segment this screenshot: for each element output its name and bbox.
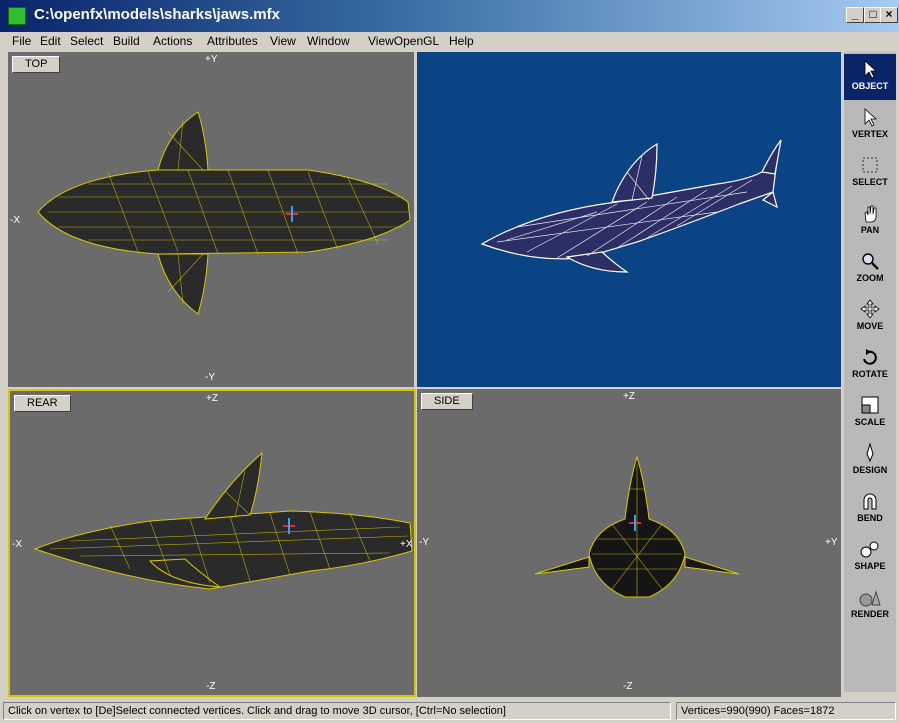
select-box-icon: [862, 157, 878, 173]
magnet-icon: [863, 493, 877, 510]
menu-bar: File Edit Select Build Actions Attribute…: [0, 32, 899, 52]
tool-design-button[interactable]: DESIGN: [844, 438, 896, 484]
magnifier-icon: [862, 253, 879, 270]
menu-help[interactable]: Help: [449, 34, 474, 48]
arrow-icon: [864, 60, 878, 79]
axis-label: -X: [12, 539, 22, 550]
viewport-label-top[interactable]: TOP: [12, 56, 61, 73]
side-view-wireframe: [534, 455, 740, 598]
tool-label: SHAPE: [854, 561, 886, 571]
viewport-3d-render[interactable]: [417, 52, 841, 387]
tool-zoom-button[interactable]: ZOOM: [844, 246, 896, 292]
tool-move-button[interactable]: MOVE: [844, 294, 896, 340]
tool-label: ROTATE: [852, 369, 888, 379]
menu-file[interactable]: File: [12, 34, 31, 48]
axis-label: -X: [10, 215, 20, 226]
menu-actions[interactable]: Actions: [153, 34, 192, 48]
spheres-icon: [859, 590, 881, 607]
tool-object-button[interactable]: OBJECT: [844, 54, 896, 100]
viewport-rear[interactable]: REAR +Z -Z -X +X: [8, 389, 416, 697]
shark-render: [480, 139, 782, 273]
scale-icon: [861, 396, 879, 414]
axis-label: -Z: [623, 681, 633, 692]
status-counts: Vertices=990(990) Faces=1872: [676, 702, 896, 720]
viewport-label-side[interactable]: SIDE: [421, 393, 473, 410]
viewport-top[interactable]: TOP +Y -Y -X: [8, 52, 414, 387]
shapes-icon: [860, 541, 879, 558]
window-title: C:\openfx\models\sharks\jaws.mfx: [34, 6, 280, 23]
axis-label: +Y: [205, 54, 218, 65]
tool-label: BEND: [857, 513, 883, 523]
application-window: C:\openfx\models\sharks\jaws.mfx _ □ × F…: [0, 0, 899, 723]
menu-build[interactable]: Build: [113, 34, 140, 48]
top-view-wireframe: [37, 111, 411, 315]
move-arrows-icon: [860, 299, 880, 319]
title-bar[interactable]: C:\openfx\models\sharks\jaws.mfx _ □ ×: [0, 0, 899, 32]
tool-scale-button[interactable]: SCALE: [844, 390, 896, 436]
viewport-side[interactable]: SIDE +Z -Z -Y +Y: [417, 389, 841, 697]
tool-bend-button[interactable]: BEND: [844, 486, 896, 532]
menu-edit[interactable]: Edit: [40, 34, 61, 48]
status-message: Click on vertex to [De]Select connected …: [3, 702, 671, 720]
axis-label: +Z: [206, 393, 218, 404]
axis-label: +Y: [825, 537, 838, 548]
tool-shape-button[interactable]: SHAPE: [844, 534, 896, 580]
tool-label: SCALE: [854, 417, 886, 427]
menu-window[interactable]: Window: [307, 34, 350, 48]
tool-label: ZOOM: [856, 273, 884, 283]
tool-label: DESIGN: [852, 465, 888, 475]
axis-label: -Z: [206, 681, 216, 692]
menu-select[interactable]: Select: [70, 34, 103, 48]
panel-decoration: [844, 622, 896, 692]
tool-label: SELECT: [852, 177, 888, 187]
menu-viewopengl[interactable]: ViewOpenGL: [368, 34, 439, 48]
status-bar: Click on vertex to [De]Select connected …: [0, 699, 899, 723]
close-button[interactable]: ×: [880, 7, 898, 23]
vertex-arrow-icon: [864, 108, 878, 127]
rotate-icon: [863, 349, 877, 365]
app-icon[interactable]: [8, 7, 26, 25]
tool-panel: OBJECT VERTEX SELECT PAN ZOOM MOVE ROTAT…: [844, 52, 896, 692]
menu-view[interactable]: View: [270, 34, 296, 48]
tool-vertex-button[interactable]: VERTEX: [844, 102, 896, 148]
axis-label: +X: [400, 539, 413, 550]
tool-label: OBJECT: [851, 81, 889, 91]
axis-label: -Y: [419, 537, 429, 548]
tool-rotate-button[interactable]: ROTATE: [844, 342, 896, 388]
hand-icon: [864, 205, 877, 223]
tool-label: PAN: [860, 225, 880, 235]
tool-label: RENDER: [850, 609, 889, 619]
tool-label: MOVE: [856, 321, 884, 331]
pen-icon: [866, 442, 874, 463]
axis-label: -Y: [205, 372, 215, 383]
tool-select-button[interactable]: SELECT: [844, 150, 896, 196]
menu-attributes[interactable]: Attributes: [207, 34, 258, 48]
rear-view-wireframe: [33, 451, 413, 590]
viewport-label-rear[interactable]: REAR: [14, 395, 71, 412]
tool-pan-button[interactable]: PAN: [844, 198, 896, 244]
axis-label: +Z: [623, 391, 635, 402]
tool-label: VERTEX: [851, 129, 888, 139]
minimize-button[interactable]: _: [846, 7, 864, 23]
